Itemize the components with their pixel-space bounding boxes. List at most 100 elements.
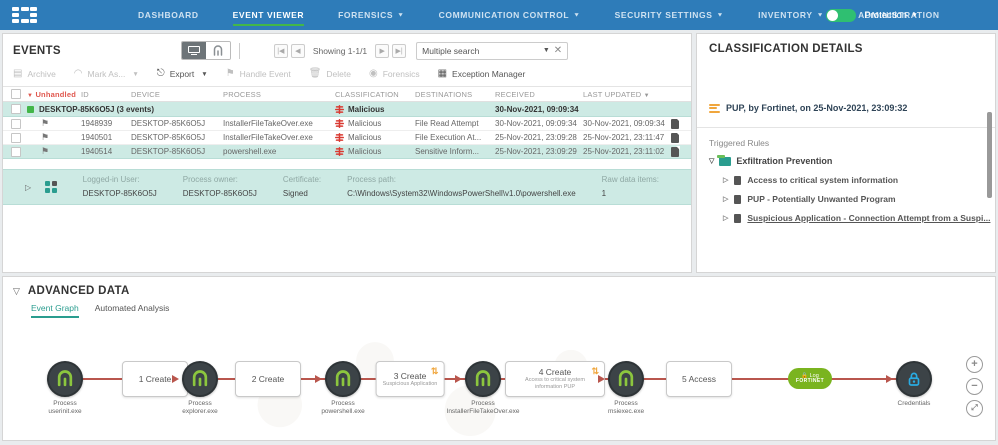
rule-group-exfiltration-prevention[interactable]: ▽Exfiltration Prevention: [709, 156, 995, 166]
tab-event-graph[interactable]: Event Graph: [31, 303, 79, 318]
raw-data-doc-icon[interactable]: [671, 147, 693, 157]
delete-icon: 🗑: [309, 69, 322, 79]
detail-field-raw-data-items: Raw data items:1: [602, 175, 659, 198]
collapsed-arrow-icon[interactable]: ▷: [723, 176, 728, 184]
graph-node-credentials[interactable]: [896, 361, 932, 397]
column-header-classification[interactable]: CLASSIFICATION: [335, 90, 415, 99]
rule-item-suspicious-application-connection-attemp[interactable]: ▷Suspicious Application - Connection Att…: [723, 213, 995, 223]
flag-icon[interactable]: ⚑: [41, 118, 81, 129]
column-header-destinations[interactable]: DESTINATIONS: [415, 90, 495, 99]
graph-node-msiexec-exe[interactable]: [608, 361, 644, 397]
graph-node-label: Processpowershell.exe: [321, 400, 364, 416]
column-header-device[interactable]: DEVICE: [131, 90, 223, 99]
chevron-down-icon: ▼: [201, 71, 207, 78]
top-nav-bar: DASHBOARD EVENT VIEWER FORENSICS▼ COMMUNICA…: [0, 0, 998, 30]
column-header-process[interactable]: PROCESS: [223, 90, 335, 99]
detail-grid-icon: [45, 181, 57, 198]
process-icon: [212, 45, 224, 57]
clear-search-icon[interactable]: ✕: [554, 45, 562, 56]
graph-node-powershell-exe[interactable]: [325, 361, 361, 397]
detail-field-process-path: Process path:C:\Windows\System32\Windows…: [347, 175, 576, 198]
event-row-1940514[interactable]: ⚑1940514DESKTOP-85K6O5Jpowershell.exeMal…: [3, 145, 691, 159]
classification-title: CLASSIFICATION DETAILS: [697, 34, 995, 55]
forensics-button[interactable]: ◉Forensics: [369, 69, 420, 79]
graph-action-5-access[interactable]: 5 Access: [666, 361, 732, 397]
nav-item-security-settings[interactable]: SECURITY SETTINGS▼: [615, 0, 724, 30]
exception-manager-button[interactable]: ▦Exception Manager: [438, 69, 526, 79]
flag-icon[interactable]: ⚑: [41, 146, 81, 157]
nav-item-inventory[interactable]: INVENTORY▼: [758, 0, 824, 30]
collapsed-arrow-icon[interactable]: ▷: [723, 195, 728, 203]
graph-node-userinit-exe[interactable]: [47, 361, 83, 397]
event-row-1948939[interactable]: ⚑1948939DESKTOP-85K6O5JInstallerFileTake…: [3, 117, 691, 131]
raw-data-doc-icon[interactable]: [671, 133, 693, 143]
row-checkbox[interactable]: [11, 133, 21, 143]
zoom-out-button[interactable]: −: [966, 378, 983, 395]
graph-action-4-create[interactable]: ⇅4 CreateAccess to critical system infor…: [505, 361, 605, 397]
last-page-button[interactable]: ▶|: [392, 44, 406, 58]
event-last-updated: 25-Nov-2021, 23:11:02: [583, 147, 671, 156]
protection-menu[interactable]: Protection ▼: [864, 10, 918, 21]
process-glyph-icon: [616, 369, 636, 389]
collapsed-arrow-icon[interactable]: ▷: [723, 214, 728, 222]
event-process: powershell.exe: [223, 147, 335, 156]
graph-node-explorer-exe[interactable]: [182, 361, 218, 397]
next-page-button[interactable]: ▶: [375, 44, 389, 58]
row-checkbox[interactable]: [11, 119, 21, 129]
unhandled-filter[interactable]: ▼ Unhandled: [27, 90, 81, 99]
expanded-arrow-icon[interactable]: ▽: [709, 157, 714, 165]
graph-node-label: Processmsiexec.exe: [608, 400, 644, 416]
process-view-button[interactable]: [206, 42, 230, 59]
rule-item-access-to-critical-system-information[interactable]: ▷ Access to critical system information: [723, 175, 995, 185]
monitor-icon: [188, 46, 200, 56]
rule-item-pup-potentially-unwanted-program[interactable]: ▷PUP - Potentially Unwanted Program: [723, 194, 995, 204]
device-view-button[interactable]: [182, 42, 206, 59]
button-label: Delete: [326, 69, 351, 79]
detail-label: Process path:: [347, 175, 576, 184]
graph-action-3-create[interactable]: ⇅3 CreateSuspicious Application: [376, 361, 445, 397]
graph-node-installerfiletakeover-exe[interactable]: [465, 361, 501, 397]
chevron-down-icon: ▼: [911, 12, 918, 18]
event-row-1940501[interactable]: ⚑1940501DESKTOP-85K6O5JInstallerFileTake…: [3, 131, 691, 145]
nav-item-communication-control[interactable]: COMMUNICATION CONTROL▼: [439, 0, 581, 30]
row-checkbox[interactable]: [11, 147, 21, 157]
select-all-checkbox[interactable]: [11, 89, 21, 99]
flag-icon[interactable]: ⚑: [41, 132, 81, 143]
prev-page-button[interactable]: ◀: [291, 44, 305, 58]
detail-value: Signed: [283, 189, 321, 198]
forensics-icon: ◉: [369, 69, 378, 79]
collapse-arrow-icon[interactable]: ▽: [13, 286, 20, 297]
rule-label: Access to critical system information: [747, 175, 898, 185]
protection-toggle[interactable]: [826, 9, 856, 22]
multiple-search-select[interactable]: Multiple search ▼ ✕: [416, 42, 568, 60]
handle-event-button[interactable]: ⚑Handle Event: [226, 69, 291, 79]
delete-button[interactable]: 🗑 Delete: [309, 69, 351, 79]
process-glyph-icon: [190, 369, 210, 389]
zoom-in-button[interactable]: +: [966, 356, 983, 373]
divider: [239, 43, 240, 59]
first-page-button[interactable]: |◀: [274, 44, 288, 58]
nav-item-event-viewer[interactable]: EVENT VIEWER: [233, 0, 304, 30]
mark-as-button[interactable]: ◠Mark As...▼: [74, 69, 139, 79]
tab-automated-analysis[interactable]: Automated Analysis: [95, 303, 170, 318]
graph-action-2-create[interactable]: 2 Create: [235, 361, 301, 397]
column-header-last-updated[interactable]: LAST UPDATED ▼: [583, 90, 671, 99]
column-header-received[interactable]: RECEIVED: [495, 90, 583, 99]
graph-node-label: ProcessInstallerFileTakeOver.exe: [447, 400, 520, 416]
export-button[interactable]: ⎋Export▼: [157, 69, 208, 79]
graph-node-label: Credentials: [898, 400, 931, 408]
nav-item-dashboard[interactable]: DASHBOARD: [138, 0, 199, 30]
expand-arrow-icon[interactable]: ▷: [25, 183, 31, 198]
action-label: 2 Create: [252, 374, 285, 384]
row-checkbox[interactable]: [11, 104, 21, 114]
fit-view-button[interactable]: ⤢: [966, 400, 983, 417]
device-group-row[interactable]: DESKTOP-85K6O5J (3 events)Malicious30-No…: [3, 102, 691, 117]
raw-data-doc-icon[interactable]: [671, 119, 693, 129]
process-glyph-icon: [333, 369, 353, 389]
log-action-badge[interactable]: 🔒 LogFORTINET: [788, 368, 832, 389]
nav-item-forensics[interactable]: FORENSICS▼: [338, 0, 405, 30]
column-header-id[interactable]: ID: [81, 90, 131, 99]
scrollbar[interactable]: [987, 112, 992, 198]
archive-button[interactable]: ▤Archive: [13, 69, 56, 79]
event-process: InstallerFileTakeOver.exe: [223, 133, 335, 142]
